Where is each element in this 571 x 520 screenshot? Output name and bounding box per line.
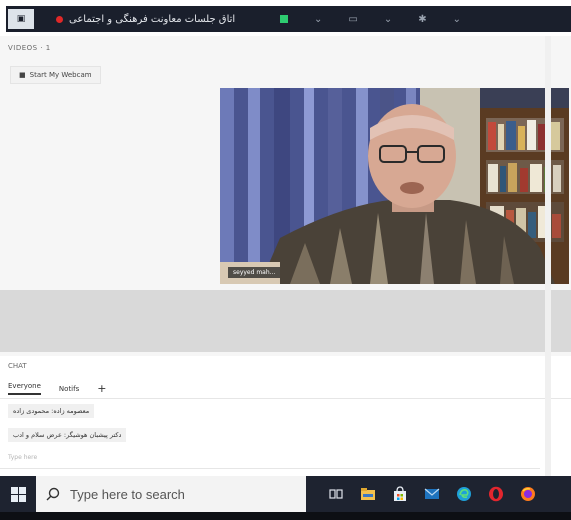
opera-icon[interactable] (488, 486, 504, 502)
taskbar-apps (328, 486, 536, 502)
title-bar-controls: ⌄ ▭ ⌄ ✱ ⌄ (279, 14, 461, 25)
chat-header: CHAT (8, 362, 27, 370)
chat-tabs: Everyone Notifs + (8, 382, 106, 395)
chat-message: معصومه زاده: محمودی زاده (8, 404, 95, 418)
screen-bottom-edge (0, 512, 571, 520)
chevron-down-icon[interactable]: ⌄ (314, 14, 322, 25)
app-logo-icon: ▣ (8, 9, 34, 29)
title-bar: ▣ اتاق جلسات معاونت فرهنگی و اجتماعی ⌄ ▭… (6, 6, 571, 32)
chat-input[interactable]: Type here (8, 454, 37, 461)
meeting-title: اتاق جلسات معاونت فرهنگی و اجتماعی (56, 14, 235, 25)
taskbar-search[interactable]: Type here to search (36, 476, 306, 512)
windows-logo-icon (10, 486, 26, 502)
edge-icon[interactable] (456, 486, 472, 502)
window: ▣ اتاق جلسات معاونت فرهنگی و اجتماعی ⌄ ▭… (0, 0, 571, 520)
scrollbar[interactable] (545, 36, 551, 476)
start-webcam-label: Start My Webcam (29, 71, 92, 79)
chat-message: دکتر پیشبان هوشیگر: عرض سلام و ادب (8, 428, 127, 442)
status-indicator-icon (279, 15, 288, 23)
start-button[interactable] (0, 476, 36, 512)
webcam-icon: ■ (19, 71, 26, 79)
search-placeholder: Type here to search (70, 486, 185, 502)
title-text: اتاق جلسات معاونت فرهنگی و اجتماعی (69, 13, 236, 25)
app-logo-glyph: ▣ (16, 14, 26, 24)
participant-video[interactable]: seyyed mah... (220, 88, 569, 284)
divider (0, 468, 540, 469)
chevron-down-icon[interactable]: ⌄ (384, 14, 392, 25)
firefox-icon[interactable] (520, 486, 536, 502)
stage-footer-band (0, 290, 571, 352)
videos-header: VIDEOS · 1 (8, 44, 51, 52)
mail-icon[interactable] (424, 486, 440, 502)
start-webcam-button[interactable]: ■ Start My Webcam (10, 66, 101, 84)
tab-everyone[interactable]: Everyone (8, 382, 41, 395)
store-icon[interactable] (392, 486, 408, 502)
video-frame-image (220, 88, 569, 284)
search-icon (46, 487, 60, 501)
file-explorer-icon[interactable] (360, 486, 376, 502)
settings-icon[interactable]: ✱ (418, 14, 426, 25)
tab-notifs[interactable]: Notifs (59, 385, 79, 393)
add-tab-button[interactable]: + (97, 382, 106, 395)
camera-icon[interactable]: ▭ (348, 14, 357, 25)
divider (0, 398, 571, 399)
task-view-icon[interactable] (328, 486, 344, 502)
chevron-down-icon[interactable]: ⌄ (453, 14, 461, 25)
recording-indicator-icon (56, 15, 63, 23)
taskbar: Type here to search (0, 476, 571, 512)
participant-name-tag: seyyed mah... (228, 267, 281, 278)
